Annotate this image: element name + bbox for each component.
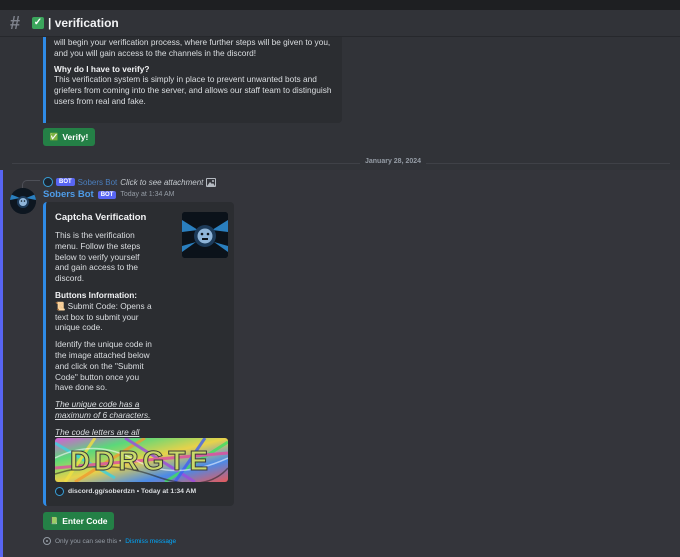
verification-embed: will begin your verification process, wh… [43,37,342,123]
verify-button[interactable]: ✅ Verify! [43,128,95,146]
enter-code-label: Enter Code [62,516,108,526]
reply-preview[interactable]: BOT Sobers Bot Click to see attachment [43,176,217,188]
embed-description: This is the verification menu. Follow th… [55,230,155,454]
captcha-embed: Captcha Verification This is the verific… [43,202,234,506]
embed-question: Why do I have to verify? [54,63,150,74]
captcha-code-text: DDRGTE [70,445,212,476]
embed-intro-text: will begin your verification process, wh… [54,37,331,58]
reply-avatar [43,177,53,187]
reply-bot-tag: BOT [56,178,75,186]
ephemeral-indicator-bar [0,170,3,557]
ephemeral-notice: Only you can see this • Dismiss message [43,537,176,545]
channel-name[interactable]: | verification [48,16,119,30]
bot-username[interactable]: Sobers Bot [43,189,94,200]
channel-header: # ✓ | verification [0,10,680,37]
eye-icon [43,537,51,545]
embed-footer: discord.gg/soberdzn • Today at 1:34 AM [55,487,196,496]
bot-avatar[interactable] [10,188,36,214]
bot-tag: BOT [97,190,117,199]
embed-thumbnail[interactable] [182,212,228,258]
footer-text: discord.gg/soberdzn • Today at 1:34 AM [68,488,197,495]
enter-code-button[interactable]: 📗 Enter Code [43,512,114,530]
checkmark-icon: ✅ [49,134,59,141]
title-strip [0,0,680,10]
reply-username[interactable]: Sobers Bot [78,178,118,187]
instructions-text: Identify the unique code in the image at… [55,339,152,393]
embed-title: Captcha Verification [55,212,147,223]
dismiss-message-link[interactable]: Dismiss message [125,538,176,545]
message-header: Sobers Bot BOT Today at 1:34 AM [43,189,174,200]
scroll-emoji-icon: 📜 [55,300,66,311]
channel-hash-icon: # [10,12,21,33]
verify-button-label: Verify! [62,132,89,142]
date-divider [12,163,670,164]
reply-text[interactable]: Click to see attachment [120,178,203,187]
description-text: This is the verification menu. Follow th… [55,230,141,284]
submit-info: 📜 Submit Code: Opens a text box to submi… [55,301,155,333]
embed-answer: This verification system is simply in pl… [54,74,332,106]
submit-info-text: Submit Code: Opens a text box to submit … [55,300,152,333]
date-divider-label: January 28, 2024 [360,158,427,165]
note-max-characters: The unique code has a maximum of 6 chara… [55,399,151,420]
buttons-heading: Buttons Information: [55,289,138,300]
check-emoji-icon: ✓ [32,17,44,29]
book-icon: 📗 [49,518,59,525]
footer-icon [55,487,64,496]
ephemeral-text: Only you can see this • [55,537,122,545]
message-timestamp: Today at 1:34 AM [120,191,175,198]
captcha-image[interactable]: DDRGTE [55,438,228,482]
image-icon [206,177,217,187]
